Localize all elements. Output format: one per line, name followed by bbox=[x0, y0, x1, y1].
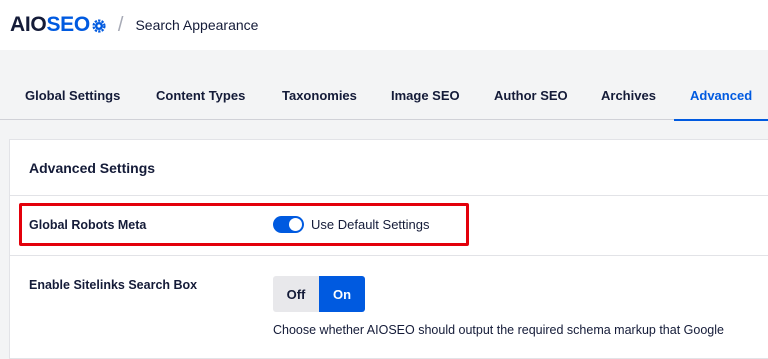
logo-text-accent: SEO bbox=[46, 13, 90, 36]
tab-author-seo[interactable]: Author SEO bbox=[494, 70, 568, 120]
tab-global-settings[interactable]: Global Settings bbox=[25, 70, 120, 120]
use-default-settings-toggle-group: Use Default Settings bbox=[273, 216, 430, 233]
aioseo-logo[interactable]: AIO SEO bbox=[10, 13, 106, 37]
global-robots-meta-label: Global Robots Meta bbox=[29, 218, 147, 232]
tab-content-types[interactable]: Content Types bbox=[156, 70, 245, 120]
logo-text-main: AIO bbox=[10, 13, 47, 36]
tab-advanced[interactable]: Advanced bbox=[673, 70, 768, 121]
toggle-knob bbox=[289, 218, 302, 231]
use-default-settings-toggle[interactable] bbox=[273, 216, 304, 233]
tab-image-seo[interactable]: Image SEO bbox=[391, 70, 460, 120]
top-bar: AIO SEO / Search Appearance bbox=[0, 0, 768, 50]
sitelinks-search-box-label: Enable Sitelinks Search Box bbox=[29, 278, 198, 292]
page-title: Search Appearance bbox=[135, 17, 259, 33]
advanced-settings-card: Advanced Settings Global Robots Meta Use… bbox=[9, 139, 768, 359]
breadcrumb-separator: / bbox=[117, 13, 124, 36]
gear-icon bbox=[92, 18, 106, 33]
card-title: Advanced Settings bbox=[10, 140, 768, 196]
on-button[interactable]: On bbox=[319, 276, 365, 312]
tab-taxonomies[interactable]: Taxonomies bbox=[282, 70, 357, 120]
tab-bar: Global Settings Content Types Taxonomies… bbox=[0, 70, 768, 121]
use-default-settings-label[interactable]: Use Default Settings bbox=[311, 217, 430, 232]
sitelinks-description: Choose whether AIOSEO should output the … bbox=[273, 323, 724, 337]
off-button[interactable]: Off bbox=[273, 276, 319, 312]
tab-archives[interactable]: Archives bbox=[601, 70, 656, 120]
row-divider bbox=[10, 255, 768, 256]
sitelinks-toggle-group: Off On bbox=[273, 276, 365, 312]
